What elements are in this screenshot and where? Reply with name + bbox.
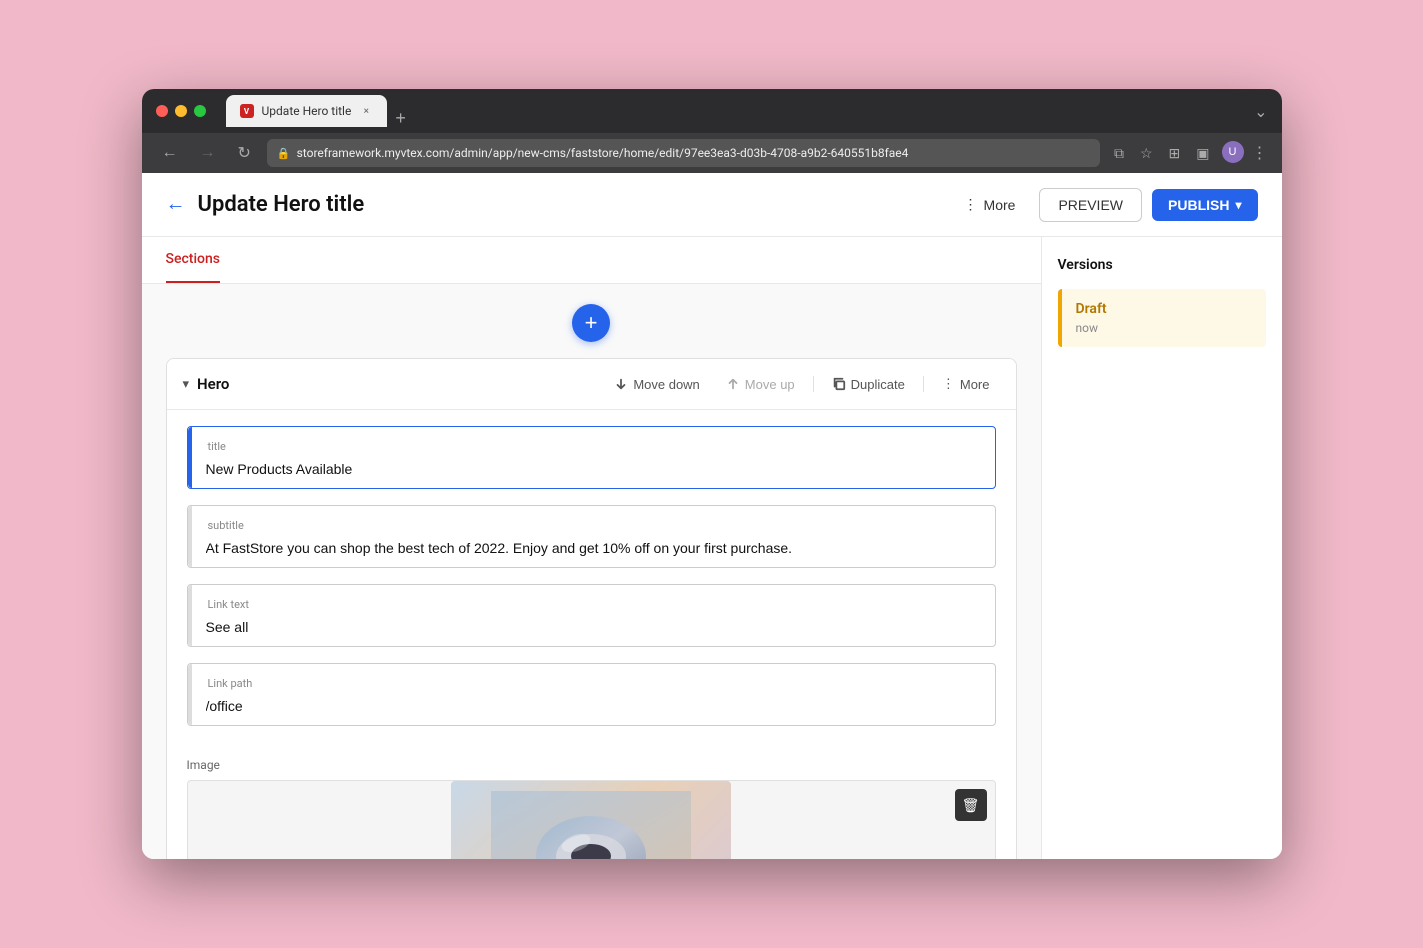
version-name: Draft (1076, 301, 1252, 317)
title-field-inner: title (192, 427, 995, 488)
tab-sections[interactable]: Sections (166, 237, 220, 283)
address-bar[interactable]: 🔒 storeframework.myvtex.com/admin/app/ne… (267, 139, 1100, 167)
title-input[interactable] (206, 461, 981, 477)
more-label: More (984, 197, 1016, 213)
security-icon: 🔒 (277, 147, 291, 160)
version-time: now (1076, 321, 1252, 335)
action-separator-2 (923, 376, 924, 392)
close-traffic-light[interactable] (156, 105, 168, 117)
subtitle-input[interactable] (206, 540, 981, 556)
back-nav-button[interactable]: ← (156, 140, 184, 166)
versions-title: Versions (1058, 257, 1266, 273)
section-more-dots-icon: ⋮ (942, 376, 955, 392)
main-content: + ▾ Hero (142, 284, 1041, 859)
move-down-label: Move down (633, 377, 699, 392)
profile-button[interactable]: U (1222, 141, 1244, 163)
publish-label: PUBLISH (1168, 197, 1229, 213)
header-more-button[interactable]: ⋮ More (952, 190, 1028, 219)
section-actions: Move down Move up Duplicate (604, 371, 999, 397)
image-label: Image (187, 758, 996, 772)
extensions-button[interactable]: ⧉ (1110, 141, 1128, 166)
app-content: ← Update Hero title ⋮ More PREVIEW PUBLI… (142, 173, 1282, 859)
back-button[interactable]: ← (166, 193, 186, 216)
app-body: Sections + ▾ (142, 237, 1282, 859)
link-path-input[interactable] (206, 698, 981, 714)
browser-more-button[interactable]: ⋮ (1252, 141, 1268, 166)
browser-tabs: V Update Hero title × + (226, 95, 1245, 127)
section-more-button[interactable]: ⋮ More (932, 371, 1000, 397)
traffic-lights (156, 105, 206, 117)
url-text: storeframework.myvtex.com/admin/app/new-… (297, 146, 1090, 160)
browser-toolbar: ← → ↻ 🔒 storeframework.myvtex.com/admin/… (142, 133, 1282, 173)
image-container: 🗑 (187, 780, 996, 859)
puzzle-button[interactable]: ⊞ (1165, 141, 1185, 166)
move-up-label: Move up (745, 377, 795, 392)
tab-favicon: V (240, 104, 254, 118)
subtitle-field-group: subtitle (187, 505, 996, 568)
title-field-label: title (206, 440, 228, 453)
new-tab-button[interactable]: + (387, 109, 414, 127)
browser-window-controls[interactable]: ⌄ (1254, 102, 1267, 121)
splitscreen-button[interactable]: ▣ (1192, 141, 1213, 166)
publish-chevron-icon: ▾ (1235, 198, 1241, 212)
duplicate-icon (832, 377, 846, 391)
subtitle-field-label: subtitle (206, 519, 246, 532)
duplicate-button[interactable]: Duplicate (822, 372, 915, 397)
link-text-field-inner: Link text (192, 585, 995, 646)
tabs-bar: Sections (142, 237, 1041, 284)
section-name: Hero (197, 375, 229, 393)
tab-title-text: Update Hero title (262, 104, 352, 118)
link-text-field-label: Link text (206, 598, 251, 611)
subtitle-field-inner: subtitle (192, 506, 995, 567)
minimize-traffic-light[interactable] (175, 105, 187, 117)
section-header: ▾ Hero Move down Move up (167, 359, 1016, 410)
browser-titlebar: V Update Hero title × + ⌄ (142, 89, 1282, 133)
duplicate-label: Duplicate (851, 377, 905, 392)
hero-section-card: ▾ Hero Move down Move up (166, 358, 1017, 859)
move-down-icon (614, 377, 628, 391)
add-section-button-wrap: + (166, 304, 1017, 342)
reload-button[interactable]: ↻ (232, 139, 257, 167)
section-collapse-icon[interactable]: ▾ (183, 377, 190, 392)
move-up-icon (726, 377, 740, 391)
section-title-row: ▾ Hero (183, 375, 605, 393)
link-path-field-group: Link path (187, 663, 996, 726)
more-dots-icon: ⋮ (964, 196, 978, 213)
page-title: Update Hero title (198, 192, 952, 217)
add-section-button[interactable]: + (572, 304, 610, 342)
link-path-field-label: Link path (206, 677, 255, 690)
bookmark-button[interactable]: ☆ (1136, 141, 1157, 166)
app-header: ← Update Hero title ⋮ More PREVIEW PUBLI… (142, 173, 1282, 237)
section-fields: title subtitle (167, 410, 1016, 742)
action-separator (813, 376, 814, 392)
title-field-group: title (187, 426, 996, 489)
link-text-field-group: Link text (187, 584, 996, 647)
fullscreen-traffic-light[interactable] (194, 105, 206, 117)
active-browser-tab[interactable]: V Update Hero title × (226, 95, 388, 127)
forward-nav-button[interactable]: → (194, 140, 222, 166)
main-panel: Sections + ▾ (142, 237, 1042, 859)
plus-icon: + (585, 310, 598, 336)
tab-close-button[interactable]: × (359, 104, 373, 118)
browser-toolbar-actions: ⧉ ☆ ⊞ ▣ U ⋮ (1110, 141, 1268, 166)
delete-image-button[interactable]: 🗑 (955, 789, 987, 821)
product-image-svg (491, 791, 691, 859)
versions-panel: Versions Draft now (1042, 237, 1282, 859)
trash-icon: 🗑 (962, 797, 980, 814)
image-section: Image (167, 742, 1016, 859)
move-up-button[interactable]: Move up (716, 372, 805, 397)
link-text-input[interactable] (206, 619, 981, 635)
move-down-button[interactable]: Move down (604, 372, 709, 397)
section-more-label: More (960, 377, 990, 392)
publish-button[interactable]: PUBLISH ▾ (1152, 189, 1257, 221)
link-path-field-inner: Link path (192, 664, 995, 725)
image-preview (451, 781, 731, 859)
version-draft-card[interactable]: Draft now (1058, 289, 1266, 347)
preview-button[interactable]: PREVIEW (1039, 188, 1142, 222)
